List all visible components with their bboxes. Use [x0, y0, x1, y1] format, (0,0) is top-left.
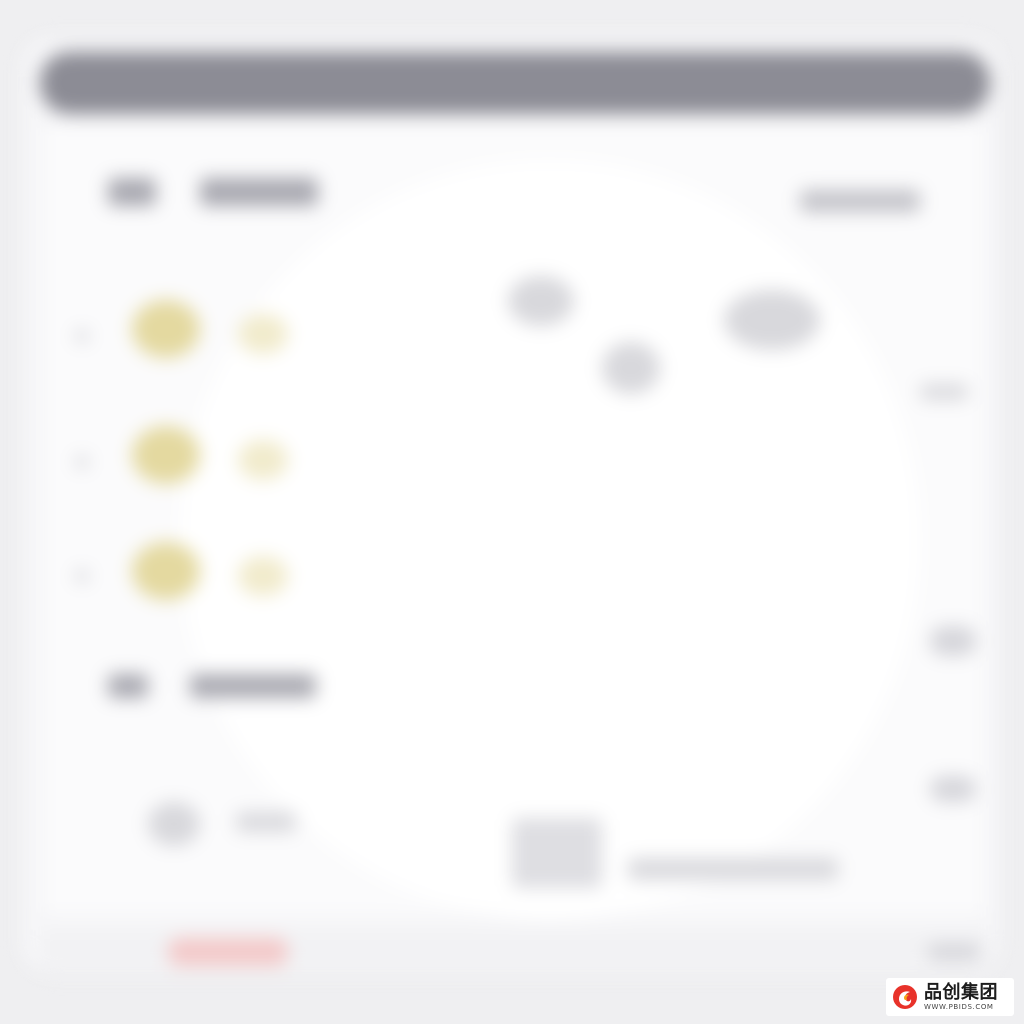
window-titlebar[interactable] [40, 52, 990, 114]
content-highlight [180, 160, 920, 920]
section-heading-title [190, 674, 316, 698]
document-label [236, 812, 296, 832]
list-item-bullet [76, 456, 88, 468]
chart-axis-icon [512, 818, 602, 888]
user-icon[interactable] [602, 342, 660, 394]
coin-icon [132, 542, 200, 600]
settings-icon[interactable] [508, 276, 574, 326]
scroll-hint [920, 384, 968, 400]
screenshot-stage: 品创集团 WWW.PBIDS.COM [0, 0, 1024, 1024]
coin-label [238, 440, 288, 480]
chart-icon[interactable] [724, 290, 820, 350]
side-toolbar-button[interactable] [930, 776, 976, 802]
coin-label [238, 556, 288, 596]
blurred-ui [0, 0, 1024, 1024]
coin-label [238, 314, 288, 354]
status-highlight-badge[interactable] [168, 938, 288, 966]
summary-bar [628, 858, 838, 880]
section-heading-title [200, 178, 318, 206]
flame-logo-icon [893, 985, 917, 1009]
watermark-text: 品创集团 WWW.PBIDS.COM [924, 981, 998, 1011]
coin-icon [132, 300, 200, 358]
watermark: 品创集团 WWW.PBIDS.COM [886, 978, 1014, 1016]
coin-icon [132, 426, 200, 484]
watermark-title: 品创集团 [924, 981, 998, 1003]
watermark-url: WWW.PBIDS.COM [924, 1002, 994, 1011]
status-right-indicator [928, 944, 980, 960]
document-icon[interactable] [148, 802, 200, 846]
list-item-bullet [76, 570, 88, 582]
header-action-link[interactable] [800, 190, 920, 212]
side-toolbar-button[interactable] [930, 626, 976, 656]
section-heading-prefix [108, 674, 148, 698]
list-item-bullet [76, 330, 88, 342]
section-heading-prefix [108, 178, 156, 206]
